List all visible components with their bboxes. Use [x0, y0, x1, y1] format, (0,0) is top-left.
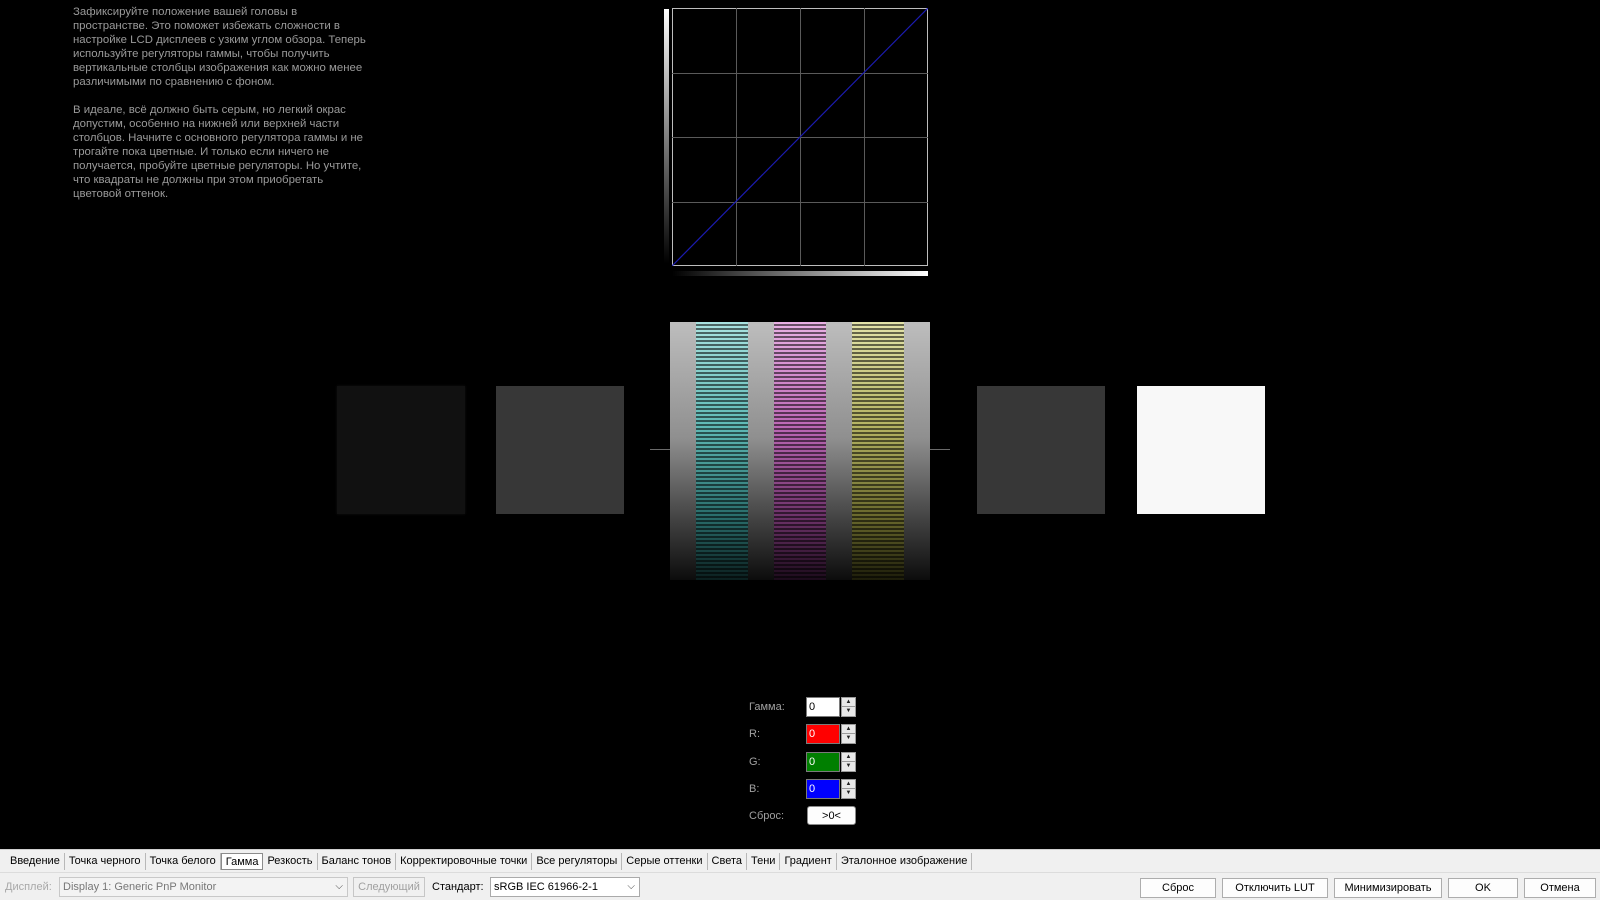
red-spinner[interactable]: ▲ ▼	[841, 724, 856, 744]
tab-12[interactable]: Эталонное изображение	[837, 852, 973, 870]
standard-select-value: sRGB IEC 61966-2-1	[494, 881, 598, 893]
green-input[interactable]	[806, 752, 840, 772]
reference-square-white	[1137, 386, 1265, 514]
display-select[interactable]: Display 1: Generic PnP Monitor ⌵	[59, 877, 348, 897]
instructions-paragraph-1: Зафиксируйте положение вашей головы в пр…	[73, 6, 366, 88]
tab-8[interactable]: Серые оттенки	[622, 852, 708, 870]
ok-button[interactable]: OK	[1448, 878, 1518, 898]
spin-up-icon[interactable]: ▲	[842, 753, 855, 762]
tab-7[interactable]: Все регуляторы	[532, 852, 623, 870]
instructions-paragraph-2: В идеале, всё должно быть серым, но легк…	[73, 104, 363, 200]
tab-11[interactable]: Градиент	[780, 852, 837, 870]
tab-1[interactable]: Точка черного	[65, 852, 146, 870]
horizontal-gradient-bar	[672, 271, 928, 276]
reset-label: Сброс:	[749, 810, 785, 822]
gamma-spinner[interactable]: ▲ ▼	[841, 697, 856, 717]
blue-input[interactable]	[806, 779, 840, 799]
reset-button[interactable]: Сброс	[1140, 878, 1216, 898]
spin-up-icon[interactable]: ▲	[842, 780, 855, 789]
standard-select[interactable]: sRGB IEC 61966-2-1 ⌵	[490, 877, 640, 897]
bottom-toolbar: Дисплей: Display 1: Generic PnP Monitor …	[0, 872, 1600, 900]
tab-2[interactable]: Точка белого	[146, 852, 221, 870]
tab-bar: Введение Точка черного Точка белого Гамма Ре…	[0, 849, 1600, 872]
red-label: R:	[749, 728, 760, 740]
magenta-test-bar	[774, 322, 826, 580]
reference-square-gray	[496, 386, 624, 514]
display-select-value: Display 1: Generic PnP Monitor	[63, 881, 217, 893]
spin-down-icon[interactable]: ▼	[842, 789, 855, 798]
green-spinner[interactable]: ▲ ▼	[841, 752, 856, 772]
red-input[interactable]	[806, 724, 840, 744]
gamma-curve-graph	[672, 8, 928, 266]
spin-up-icon[interactable]: ▲	[842, 698, 855, 707]
reference-square-gray-right	[977, 386, 1105, 514]
tab-4[interactable]: Резкость	[263, 852, 318, 870]
yellow-test-bar	[852, 322, 904, 580]
display-label: Дисплей:	[5, 881, 52, 893]
spin-down-icon[interactable]: ▼	[842, 707, 855, 716]
reset-to-zero-button[interactable]: >0<	[807, 806, 856, 825]
disable-lut-button[interactable]: Отключить LUT	[1222, 878, 1328, 898]
gamma-input[interactable]	[806, 697, 840, 717]
tab-5[interactable]: Баланс тонов	[318, 852, 397, 870]
green-label: G:	[749, 756, 761, 768]
tab-3[interactable]: Гамма	[220, 852, 264, 870]
tab-10[interactable]: Тени	[747, 852, 781, 870]
reference-square-dark	[337, 386, 465, 514]
gamma-test-pattern	[670, 322, 930, 580]
gamma-curve-panel	[660, 7, 930, 277]
spin-down-icon[interactable]: ▼	[842, 762, 855, 771]
tab-0[interactable]: Введение	[6, 852, 65, 870]
minimize-button[interactable]: Минимизировать	[1334, 878, 1442, 898]
standard-label: Стандарт:	[432, 881, 484, 893]
spin-down-icon[interactable]: ▼	[842, 734, 855, 743]
chevron-down-icon: ⌵	[335, 881, 343, 892]
spin-up-icon[interactable]: ▲	[842, 725, 855, 734]
chevron-down-icon: ⌵	[627, 881, 635, 892]
instructions-text: Зафиксируйте положение вашей головы в пр…	[73, 5, 373, 215]
tab-9[interactable]: Света	[708, 852, 747, 870]
tab-6[interactable]: Корректировочные точки	[396, 852, 533, 870]
next-button[interactable]: Следующий	[353, 877, 425, 897]
vertical-gradient-bar	[664, 9, 669, 264]
blue-spinner[interactable]: ▲ ▼	[841, 779, 856, 799]
cancel-button[interactable]: Отмена	[1524, 878, 1596, 898]
cyan-test-bar	[696, 322, 748, 580]
pattern-tick-left	[650, 449, 670, 450]
blue-label: B:	[749, 783, 760, 795]
pattern-tick-right	[930, 449, 950, 450]
gamma-label: Гамма:	[749, 701, 785, 713]
